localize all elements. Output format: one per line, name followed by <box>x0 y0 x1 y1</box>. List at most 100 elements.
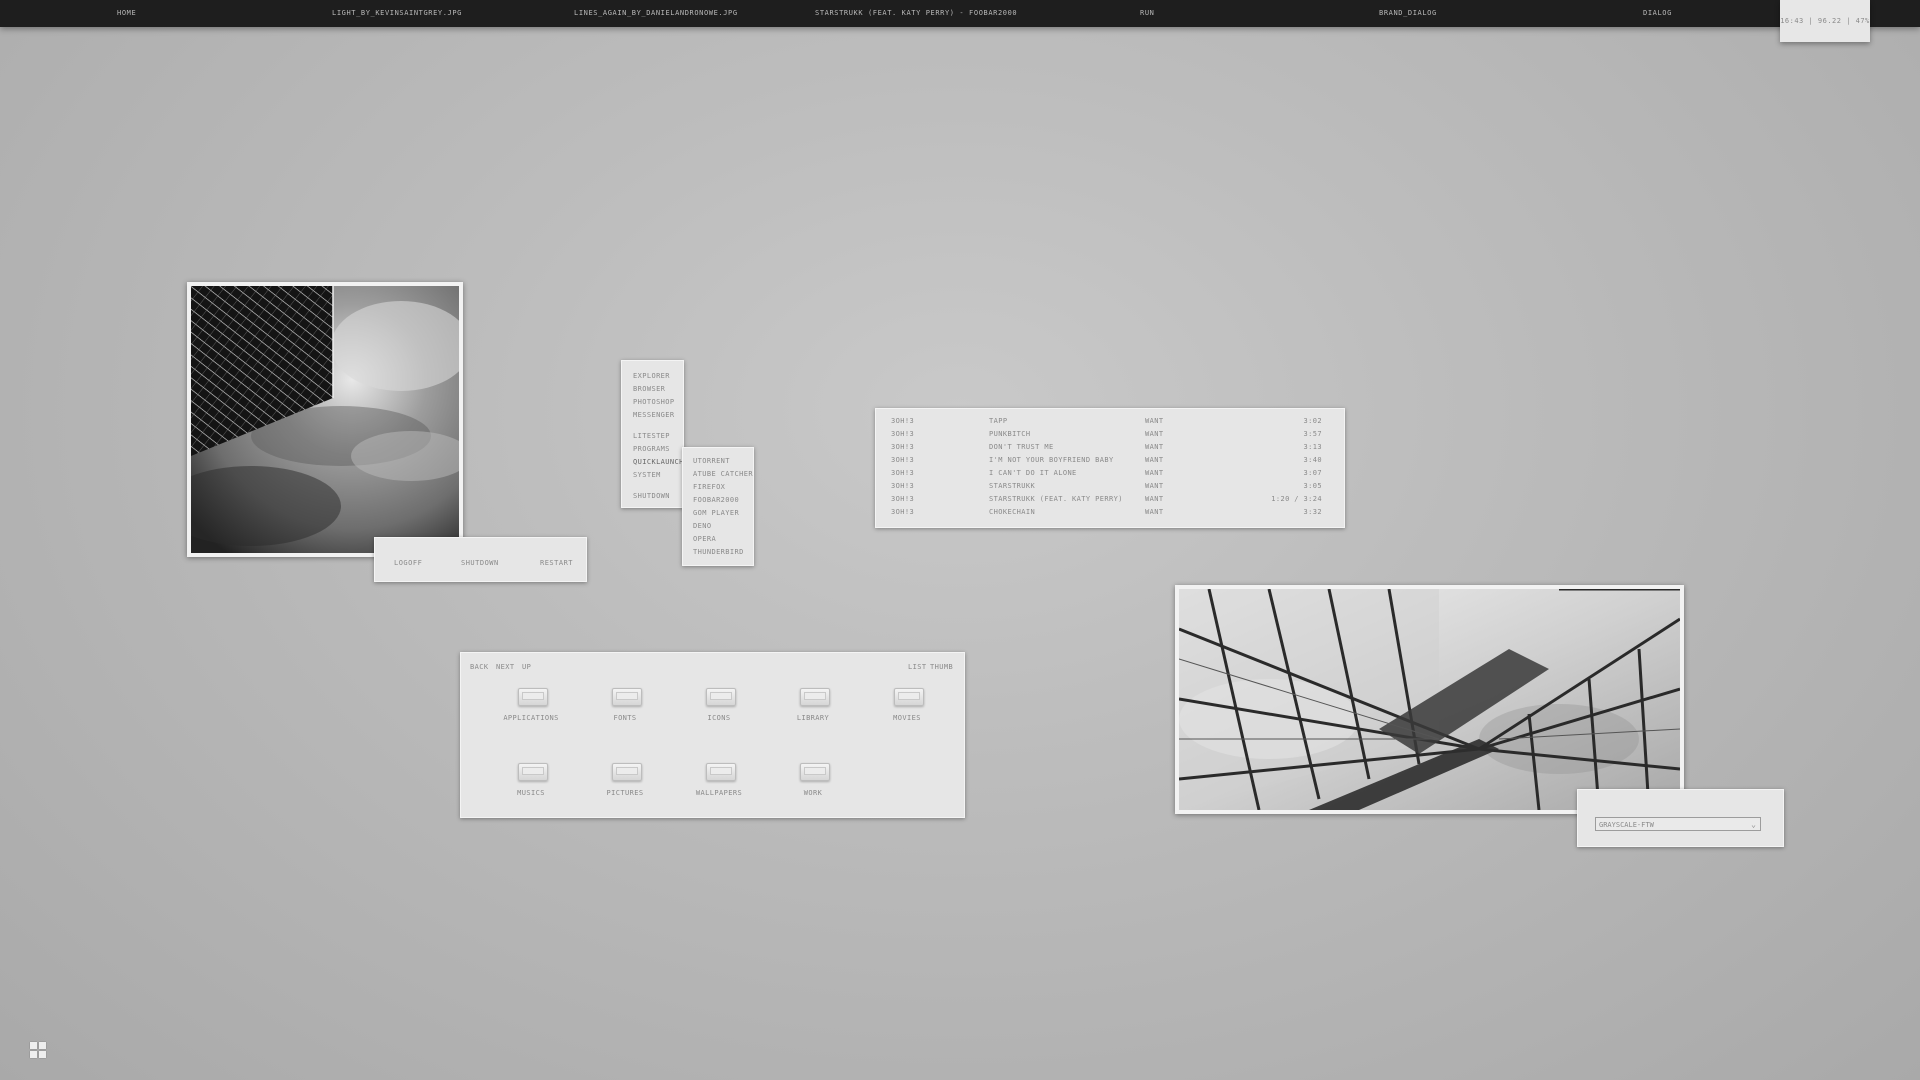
track-album: WANT <box>1145 443 1164 451</box>
folder-label: MOVIES <box>893 714 921 722</box>
track-album: WANT <box>1145 495 1164 503</box>
track-artist: 3OH!3 <box>891 443 915 451</box>
task-light-image[interactable]: LIGHT_BY_KEVINSAINTGREY.JPG <box>332 9 462 17</box>
menu-explorer[interactable]: EXPLORER <box>633 372 670 380</box>
playlist-row[interactable]: 3OH!3 TAPP WANT 3:02 <box>876 417 1344 430</box>
folder-icon <box>518 688 548 706</box>
up-button[interactable]: UP <box>522 663 531 671</box>
grid-icon <box>30 1051 37 1058</box>
submenu-gom-player[interactable]: GOM PLAYER <box>693 509 739 517</box>
theme-dropdown[interactable]: GRAYSCALE-FTW ⌄ <box>1595 817 1761 831</box>
track-time: 3:57 <box>1303 430 1322 438</box>
track-title: I CAN'T DO IT ALONE <box>989 469 1077 477</box>
folder-label: WALLPAPERS <box>695 789 743 797</box>
folder-musics[interactable]: MUSICS <box>491 763 571 823</box>
glass-building-photo <box>1179 589 1680 810</box>
folder-icons[interactable]: ICONS <box>679 688 759 748</box>
playlist-row[interactable]: 3OH!3 CHOKECHAIN WANT 3:32 <box>876 508 1344 521</box>
submenu-deno[interactable]: DENO <box>693 522 711 530</box>
track-album: WANT <box>1145 417 1164 425</box>
track-title: CHOKECHAIN <box>989 508 1036 516</box>
restart-button[interactable]: RESTART <box>540 559 573 567</box>
track-artist: 3OH!3 <box>891 417 915 425</box>
top-taskbar: HOME LIGHT_BY_KEVINSAINTGREY.JPG LINES_A… <box>0 0 1920 27</box>
menu-photoshop[interactable]: PHOTOSHOP <box>633 398 675 406</box>
submenu-thunderbird[interactable]: THUNDERBIRD <box>693 548 744 556</box>
start-grid-button[interactable] <box>30 1042 47 1059</box>
foobar-playlist: 3OH!3 TAPP WANT 3:02 3OH!3 PUNKBITCH WAN… <box>875 408 1345 528</box>
logoff-button[interactable]: LOGOFF <box>394 559 422 567</box>
task-foobar[interactable]: STARSTRUKK (FEAT. KATY PERRY) - FOOBAR20… <box>815 9 1017 17</box>
menu-system[interactable]: SYSTEM <box>633 471 661 479</box>
menu-litestep[interactable]: LITESTEP <box>633 432 670 440</box>
playlist-row[interactable]: 3OH!3 PUNKBITCH WANT 3:57 <box>876 430 1344 443</box>
power-panel: LOGOFF SHUTDOWN RESTART <box>374 537 587 582</box>
list-view-button[interactable]: LIST <box>908 663 926 671</box>
task-run[interactable]: RUN <box>1140 9 1154 17</box>
folder-icon <box>894 688 924 706</box>
folder-label: APPLICATIONS <box>503 714 559 722</box>
submenu-firefox[interactable]: FIREFOX <box>693 483 725 491</box>
track-title: TAPP <box>989 417 1008 425</box>
back-button[interactable]: BACK <box>470 663 488 671</box>
shutdown-button[interactable]: SHUTDOWN <box>461 559 499 567</box>
theme-selected-value: GRAYSCALE-FTW <box>1599 821 1654 829</box>
menu-programs[interactable]: PROGRAMS <box>633 445 670 453</box>
thumb-view-button[interactable]: THUMB <box>930 663 953 671</box>
folder-movies[interactable]: MOVIES <box>867 688 947 748</box>
menu-browser[interactable]: BROWSER <box>633 385 665 393</box>
track-time: 3:13 <box>1303 443 1322 451</box>
file-manager: BACK NEXT UP LIST THUMB APPLICATIONS FON… <box>460 652 965 818</box>
photo-light-window[interactable] <box>187 282 463 557</box>
folder-icon <box>800 688 830 706</box>
task-dialog[interactable]: DIALOG <box>1643 9 1672 17</box>
track-album: WANT <box>1145 430 1164 438</box>
folder-icon <box>706 763 736 781</box>
menu-shutdown[interactable]: SHUTDOWN <box>633 492 670 500</box>
submenu-atube-catcher[interactable]: ATUBE CATCHER <box>693 470 753 478</box>
submenu-opera[interactable]: OPERA <box>693 535 716 543</box>
grid-icon <box>39 1042 46 1049</box>
submenu-foobar2000[interactable]: FOOBAR2000 <box>693 496 739 504</box>
submenu-utorrent[interactable]: UTORRENT <box>693 457 730 465</box>
quicklaunch-submenu: UTORRENT ATUBE CATCHER FIREFOX FOOBAR200… <box>682 447 754 566</box>
track-title: STARSTRUKK <box>989 482 1036 490</box>
track-artist: 3OH!3 <box>891 456 915 464</box>
track-artist: 3OH!3 <box>891 495 915 503</box>
track-time: 3:02 <box>1303 417 1322 425</box>
photo-lines-window[interactable] <box>1175 585 1684 814</box>
folder-icon <box>612 688 642 706</box>
folder-label: WORK <box>803 789 823 797</box>
track-time: 3:05 <box>1303 482 1322 490</box>
track-album: WANT <box>1145 456 1164 464</box>
menu-messenger[interactable]: MESSENGER <box>633 411 675 419</box>
folder-wallpapers[interactable]: WALLPAPERS <box>679 763 759 823</box>
track-artist: 3OH!3 <box>891 469 915 477</box>
folder-fonts[interactable]: FONTS <box>585 688 665 748</box>
task-lines-image[interactable]: LINES_AGAIN_BY_DANIELANDRONOWE.JPG <box>574 9 738 17</box>
track-time: 3:07 <box>1303 469 1322 477</box>
folder-applications[interactable]: APPLICATIONS <box>491 688 571 748</box>
playlist-row[interactable]: 3OH!3 I CAN'T DO IT ALONE WANT 3:07 <box>876 469 1344 482</box>
playlist-row[interactable]: 3OH!3 DON'T TRUST ME WANT 3:13 <box>876 443 1344 456</box>
track-time: 3:40 <box>1303 456 1322 464</box>
grid-icon <box>39 1051 46 1058</box>
folder-library[interactable]: LIBRARY <box>773 688 853 748</box>
task-home[interactable]: HOME <box>117 9 136 17</box>
folder-label: FONTS <box>613 714 637 722</box>
folder-pictures[interactable]: PICTURES <box>585 763 665 823</box>
playlist-row-now-playing[interactable]: 3OH!3 STARSTRUKK (FEAT. KATY PERRY) WANT… <box>876 495 1344 508</box>
folder-work[interactable]: WORK <box>773 763 853 823</box>
system-clock-status: 16:43 | 96.22 | 47% <box>1780 0 1870 42</box>
folder-icon <box>706 688 736 706</box>
next-button[interactable]: NEXT <box>496 663 514 671</box>
track-artist: 3OH!3 <box>891 508 915 516</box>
track-album: WANT <box>1145 482 1164 490</box>
playlist-row[interactable]: 3OH!3 I'M NOT YOUR BOYFRIEND BABY WANT 3… <box>876 456 1344 469</box>
folder-label: MUSICS <box>517 789 545 797</box>
task-brand-dialog[interactable]: BRAND_DIALOG <box>1379 9 1437 17</box>
track-time: 1:20 / 3:24 <box>1271 495 1322 503</box>
theme-dialog: GRAYSCALE-FTW ⌄ <box>1577 789 1784 847</box>
playlist-row[interactable]: 3OH!3 STARSTRUKK WANT 3:05 <box>876 482 1344 495</box>
track-artist: 3OH!3 <box>891 430 915 438</box>
